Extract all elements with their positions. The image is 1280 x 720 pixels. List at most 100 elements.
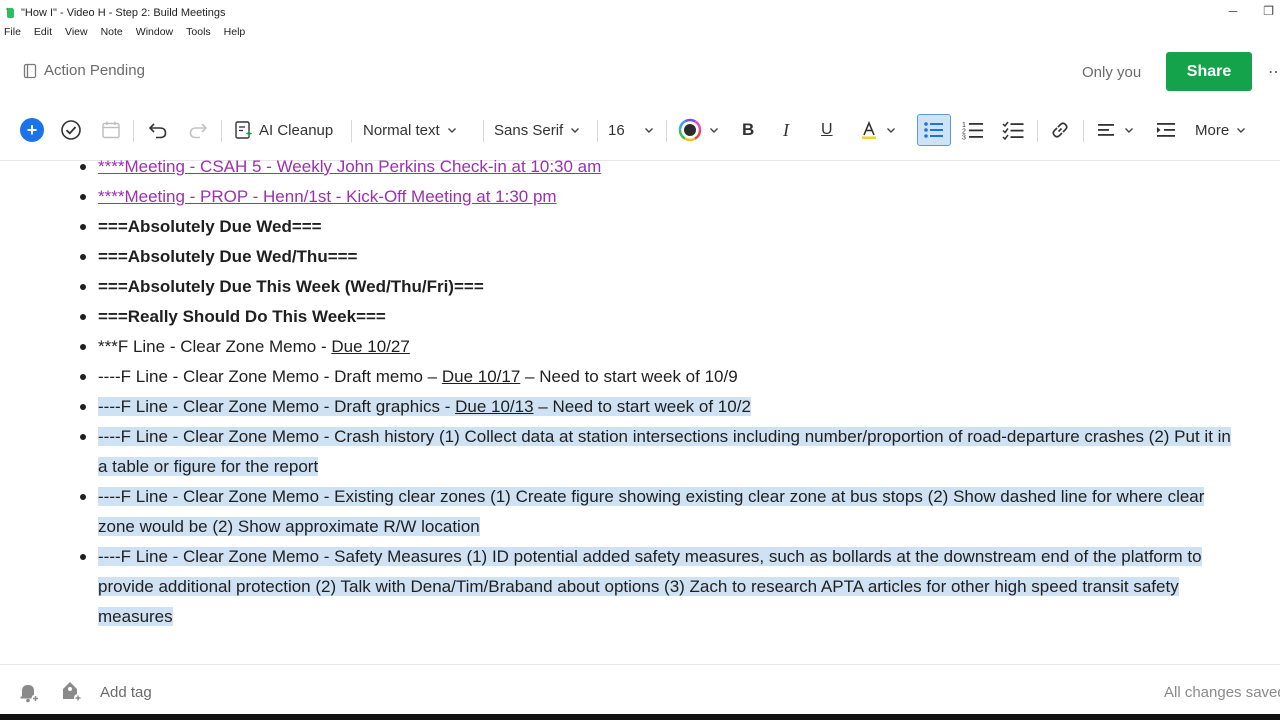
meeting-link[interactable]: ****Meeting - PROP - Henn/1st - Kick-Off… <box>98 187 557 206</box>
toolbar-separator <box>1037 120 1038 142</box>
svg-text:3: 3 <box>962 135 966 141</box>
undo-button[interactable] <box>147 110 169 150</box>
chevron-down-icon <box>710 128 718 133</box>
due-date: Due 10/13 <box>455 397 534 416</box>
insert-link-button[interactable] <box>1049 110 1071 150</box>
section-heading: ===Absolutely Due Wed/Thu=== <box>98 247 358 266</box>
notebook-icon <box>23 63 37 78</box>
menu-view[interactable]: View <box>65 26 88 40</box>
list-item[interactable]: ----F Line - Clear Zone Memo - Draft gra… <box>0 392 1280 422</box>
ai-sparkle-icon <box>235 121 253 139</box>
list-item[interactable]: ****Meeting - PROP - Henn/1st - Kick-Off… <box>0 182 1280 212</box>
due-date: Due 10/27 <box>331 337 410 356</box>
check-circle-icon <box>61 120 81 140</box>
section-heading: ===Really Should Do This Week=== <box>98 307 386 326</box>
list-item[interactable]: ----F Line - Clear Zone Memo - Existing … <box>0 482 1280 542</box>
italic-button[interactable]: I <box>783 110 789 150</box>
font-family-dropdown[interactable]: Sans Serif <box>494 110 581 150</box>
calendar-icon <box>102 121 120 139</box>
restore-button[interactable]: ❐ <box>1263 4 1274 18</box>
font-size-dropdown[interactable]: 16 <box>608 110 655 150</box>
chevron-down-icon <box>447 128 456 133</box>
list-item[interactable]: ----F Line - Clear Zone Memo - Safety Me… <box>0 542 1280 632</box>
ai-cleanup-label: AI Cleanup <box>259 121 334 139</box>
task-text: ----F Line - Clear Zone Memo - Existing … <box>98 487 1205 536</box>
toolbar-separator <box>666 120 667 142</box>
toolbar-separator <box>483 120 484 142</box>
task-text: ***F Line - Clear Zone Memo - <box>98 337 332 356</box>
footer-divider <box>0 664 1280 665</box>
task-list: ****Meeting - CSAH 5 - Weekly John Perki… <box>0 152 1280 632</box>
italic-icon: I <box>783 119 789 140</box>
sharing-status[interactable]: Only you <box>1082 64 1141 81</box>
alignment-dropdown[interactable] <box>1097 110 1135 150</box>
add-task-button[interactable] <box>60 110 82 150</box>
menu-window[interactable]: Window <box>136 26 173 40</box>
list-item[interactable]: ****Meeting - CSAH 5 - Weekly John Perki… <box>0 152 1280 182</box>
due-date: Due 10/17 <box>441 367 521 386</box>
chevron-down-icon <box>1237 128 1246 133</box>
tag-plus-icon <box>63 682 82 702</box>
ai-cleanup-button[interactable]: AI Cleanup <box>234 110 333 150</box>
menu-file[interactable]: File <box>4 26 21 40</box>
calendar-button[interactable] <box>101 110 121 150</box>
formatting-toolbar: + AI Cleanup Normal text Sans Serif 16 B… <box>0 110 1280 150</box>
evernote-app-icon <box>5 7 14 18</box>
list-item[interactable]: ===Absolutely Due Wed/Thu=== <box>0 242 1280 272</box>
menu-tools[interactable]: Tools <box>186 26 211 40</box>
notebook-name: Action Pending <box>44 62 145 79</box>
font-family-value: Sans Serif <box>494 121 564 139</box>
task-text: ----F Line - Clear Zone Memo - Safety Me… <box>98 547 1202 626</box>
list-item[interactable]: ===Absolutely Due This Week (Wed/Thu/Fri… <box>0 272 1280 302</box>
list-item[interactable]: ===Really Should Do This Week=== <box>0 302 1280 332</box>
share-button[interactable]: Share <box>1166 52 1252 91</box>
task-note: – Need to start week of 10/9 <box>520 367 738 386</box>
text-color-dropdown[interactable] <box>678 110 720 150</box>
redo-button[interactable] <box>187 110 209 150</box>
minimize-button[interactable]: ─ <box>1229 4 1238 18</box>
text-style-dropdown[interactable]: Normal text <box>363 110 458 150</box>
chevron-down-icon <box>644 128 653 133</box>
redo-icon <box>189 123 208 139</box>
window-controls: ─ ❐ <box>1229 4 1274 18</box>
more-formatting-dropdown[interactable]: More <box>1195 110 1247 150</box>
toolbar-separator <box>597 120 598 142</box>
note-editor[interactable]: ****Meeting - CSAH 5 - Weekly John Perki… <box>0 152 1280 664</box>
list-item[interactable]: ===Absolutely Due Wed=== <box>0 212 1280 242</box>
add-tag-button[interactable] <box>59 679 83 708</box>
more-options-icon[interactable]: ⋯ <box>1268 62 1280 82</box>
color-wheel-icon <box>678 118 702 142</box>
bold-button[interactable]: B <box>742 110 754 150</box>
menu-note[interactable]: Note <box>101 26 123 40</box>
menu-help[interactable]: Help <box>224 26 246 40</box>
list-item[interactable]: ***F Line - Clear Zone Memo - Due 10/27 <box>0 332 1280 362</box>
section-heading: ===Absolutely Due Wed=== <box>98 217 322 236</box>
task-note: – Need to start week of 10/2 <box>533 397 751 416</box>
highlight-dropdown[interactable] <box>859 110 897 150</box>
meeting-link[interactable]: ****Meeting - CSAH 5 - Weekly John Perki… <box>98 157 601 176</box>
insert-button[interactable]: + <box>20 110 44 150</box>
toolbar-separator <box>1083 120 1084 142</box>
more-label: More <box>1195 121 1230 139</box>
menu-edit[interactable]: Edit <box>34 26 52 40</box>
numbered-list-button[interactable]: 1 2 3 <box>962 110 984 150</box>
bulleted-list-icon <box>924 122 943 138</box>
list-item[interactable]: ----F Line - Clear Zone Memo - Draft mem… <box>0 362 1280 392</box>
chevron-down-icon <box>1125 128 1133 133</box>
notebook-selector[interactable]: Action Pending <box>22 62 145 79</box>
taskbar-edge <box>0 714 1280 720</box>
reminder-button[interactable] <box>17 680 41 709</box>
font-size-value: 16 <box>608 121 625 139</box>
note-header: Action Pending Only you Share ⋯ <box>0 44 1280 102</box>
underline-button[interactable]: U <box>821 110 833 150</box>
checklist-button[interactable] <box>1002 110 1024 150</box>
list-item[interactable]: ----F Line - Clear Zone Memo - Crash his… <box>0 422 1280 482</box>
chevron-down-icon <box>887 128 895 133</box>
save-status: All changes saved <box>1164 684 1280 701</box>
align-left-icon <box>1098 124 1114 136</box>
bell-plus-icon <box>20 685 40 703</box>
indent-button[interactable] <box>1156 110 1176 150</box>
toolbar-separator <box>133 120 134 142</box>
bulleted-list-button[interactable] <box>917 110 951 150</box>
add-tag-label[interactable]: Add tag <box>100 684 152 701</box>
